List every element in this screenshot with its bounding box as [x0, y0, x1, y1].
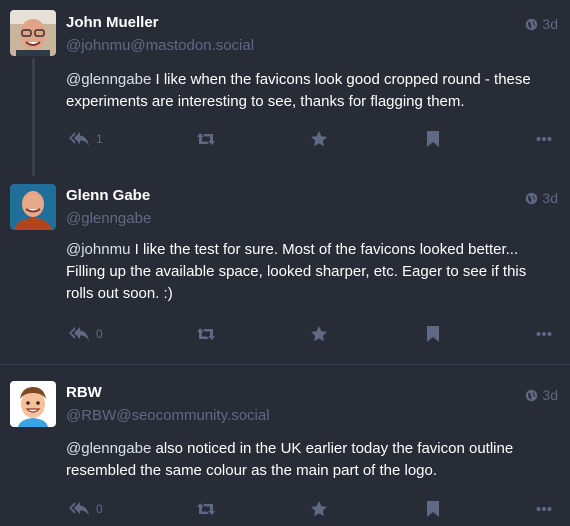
account-handle[interactable]: @johnmu@mastodon.social	[66, 37, 254, 54]
reply-count: 1	[96, 132, 103, 146]
more-options-button[interactable]	[536, 497, 552, 521]
bookmark-button[interactable]	[426, 497, 440, 521]
status-post[interactable]: Glenn Gabe @glenngabe 3d @johnmu I like …	[0, 172, 570, 364]
bookmark-icon	[427, 326, 439, 342]
bookmark-icon	[427, 501, 439, 517]
globe-icon	[526, 192, 538, 204]
display-name[interactable]: John Mueller	[66, 14, 159, 31]
reply-all-icon	[69, 132, 89, 146]
reply-button[interactable]: 0	[68, 322, 103, 346]
timestamp-label: 3d	[542, 190, 558, 206]
boost-button[interactable]	[196, 127, 216, 151]
reply-button[interactable]: 0	[68, 497, 103, 521]
globe-icon	[526, 18, 538, 30]
timestamp[interactable]: 3d	[525, 190, 558, 206]
more-options-button[interactable]	[536, 322, 552, 346]
reply-all-icon	[69, 327, 89, 341]
action-bar: 1	[66, 127, 556, 151]
reply-all-icon	[69, 502, 89, 516]
favourite-button[interactable]	[310, 127, 328, 151]
timestamp[interactable]: 3d	[525, 16, 558, 32]
mention-link[interactable]: @johnmu	[66, 241, 130, 258]
favourite-button[interactable]	[310, 322, 328, 346]
boost-button[interactable]	[196, 322, 216, 346]
status-content: @glenngabe I like when the favicons look…	[66, 69, 550, 113]
retweet-icon	[197, 503, 215, 515]
display-name[interactable]: RBW	[66, 384, 102, 401]
display-name[interactable]: Glenn Gabe	[66, 187, 150, 204]
ellipsis-icon	[536, 507, 552, 511]
star-icon	[311, 131, 327, 147]
ellipsis-icon	[536, 332, 552, 336]
timestamp[interactable]: 3d	[525, 387, 558, 403]
retweet-icon	[197, 133, 215, 145]
account-handle[interactable]: @RBW@seocommunity.social	[66, 407, 270, 424]
bookmark-button[interactable]	[426, 322, 440, 346]
mention-link[interactable]: @glenngabe	[66, 71, 151, 88]
star-icon	[311, 326, 327, 342]
favourite-button[interactable]	[310, 497, 328, 521]
timeline-feed: John Mueller @johnmu@mastodon.social 3d …	[0, 0, 570, 526]
timestamp-label: 3d	[542, 16, 558, 32]
timestamp-label: 3d	[542, 387, 558, 403]
action-bar: 0	[66, 497, 556, 521]
status-post[interactable]: John Mueller @johnmu@mastodon.social 3d …	[0, 0, 570, 172]
retweet-icon	[197, 328, 215, 340]
account-handle[interactable]: @glenngabe	[66, 210, 151, 227]
reply-button[interactable]: 1	[68, 127, 103, 151]
thread-connector	[32, 172, 35, 176]
status-content: @johnmu I like the test for sure. Most o…	[66, 239, 550, 305]
avatar[interactable]	[10, 184, 56, 230]
more-options-button[interactable]	[536, 127, 552, 151]
avatar[interactable]	[10, 10, 56, 56]
bookmark-icon	[427, 131, 439, 147]
bookmark-button[interactable]	[426, 127, 440, 151]
status-content: @glenngabe also noticed in the UK earlie…	[66, 438, 550, 482]
boost-button[interactable]	[196, 497, 216, 521]
ellipsis-icon	[536, 137, 552, 141]
star-icon	[311, 501, 327, 517]
action-bar: 0	[66, 322, 556, 346]
globe-icon	[526, 389, 538, 401]
reply-count: 0	[96, 502, 103, 516]
status-post[interactable]: RBW @RBW@seocommunity.social 3d @glennga…	[0, 364, 570, 526]
avatar[interactable]	[10, 381, 56, 427]
status-text: I like the test for sure. Most of the fa…	[66, 241, 527, 302]
mention-link[interactable]: @glenngabe	[66, 440, 151, 457]
reply-count: 0	[96, 327, 103, 341]
thread-connector	[32, 58, 35, 172]
